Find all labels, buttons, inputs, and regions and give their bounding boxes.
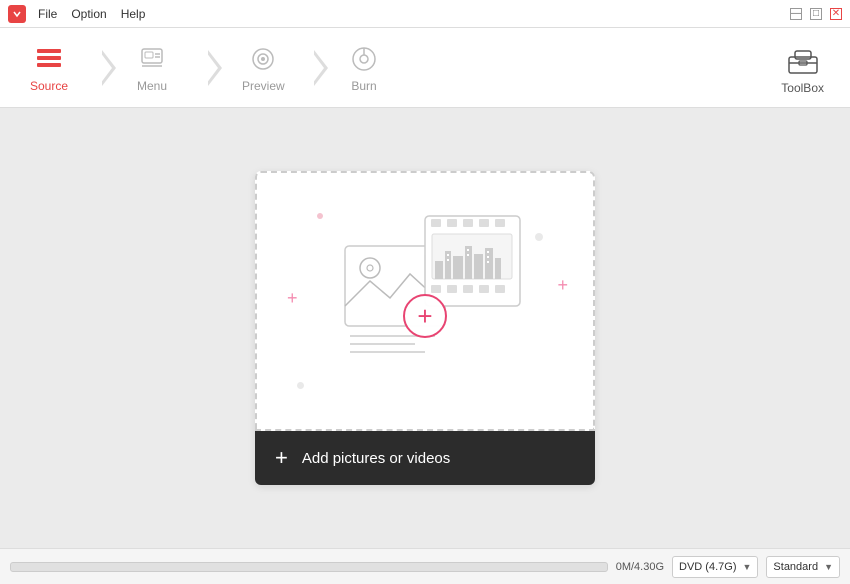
illustration: + <box>315 206 535 406</box>
add-overlay-circle: + <box>403 294 447 338</box>
arrow-2 <box>206 50 222 86</box>
disc-type-chevron: ▼ <box>743 562 752 572</box>
add-media-label: Add pictures or videos <box>302 450 450 467</box>
nav-step-burn[interactable]: Burn <box>328 35 418 101</box>
storage-status: 0M/4.30G <box>616 561 664 573</box>
quality-chevron: ▼ <box>824 562 833 572</box>
decorative-dot-2 <box>535 233 543 241</box>
window-controls: — □ ✕ <box>790 8 842 20</box>
arrow-3 <box>312 50 328 86</box>
burn-icon <box>348 43 380 75</box>
toolbox-button[interactable]: ToolBox <box>765 33 840 103</box>
decorative-plus-2: + <box>557 275 568 296</box>
title-bar: File Option Help — □ ✕ <box>0 0 850 28</box>
decorative-dot-3 <box>297 382 304 389</box>
nav-step-menu[interactable]: Menu <box>116 35 206 101</box>
quality-dropdown[interactable]: Standard ▼ <box>766 556 840 578</box>
nav-step-source[interactable]: Source <box>10 35 100 101</box>
quality-label: Standard <box>773 561 818 573</box>
preview-icon <box>247 43 279 75</box>
source-icon <box>33 43 65 75</box>
decorative-plus-1: + <box>287 288 298 309</box>
menu-file[interactable]: File <box>38 7 57 21</box>
menu-nav-icon <box>136 43 168 75</box>
nav-bar: Source Menu <box>0 28 850 108</box>
burn-label: Burn <box>351 79 376 93</box>
disc-type-label: DVD (4.7G) <box>679 561 736 573</box>
disc-type-dropdown[interactable]: DVD (4.7G) ▼ <box>672 556 758 578</box>
nav-step-preview[interactable]: Preview <box>222 35 312 101</box>
close-button[interactable]: ✕ <box>830 8 842 20</box>
preview-label: Preview <box>242 79 285 93</box>
progress-bar-container <box>10 562 608 572</box>
status-bar: 0M/4.30G DVD (4.7G) ▼ Standard ▼ <box>0 548 850 584</box>
drop-zone-content[interactable]: + + <box>255 171 595 431</box>
menu-option[interactable]: Option <box>71 7 106 21</box>
footer-plus-icon: + <box>275 447 288 469</box>
toolbox-icon <box>785 41 821 77</box>
source-label: Source <box>30 79 68 93</box>
main-area: + + <box>0 108 850 548</box>
add-media-button[interactable]: + Add pictures or videos <box>255 431 595 485</box>
minimize-button[interactable]: — <box>790 8 802 20</box>
app-logo <box>8 5 26 23</box>
drop-zone-card: + + <box>255 171 595 485</box>
menu-bar: File Option Help <box>38 7 145 21</box>
arrow-1 <box>100 50 116 86</box>
title-bar-left: File Option Help <box>8 5 145 23</box>
nav-steps: Source Menu <box>10 35 765 101</box>
menu-nav-label: Menu <box>137 79 167 93</box>
menu-help[interactable]: Help <box>121 7 146 21</box>
maximize-button[interactable]: □ <box>810 8 822 20</box>
toolbox-label: ToolBox <box>781 81 824 95</box>
